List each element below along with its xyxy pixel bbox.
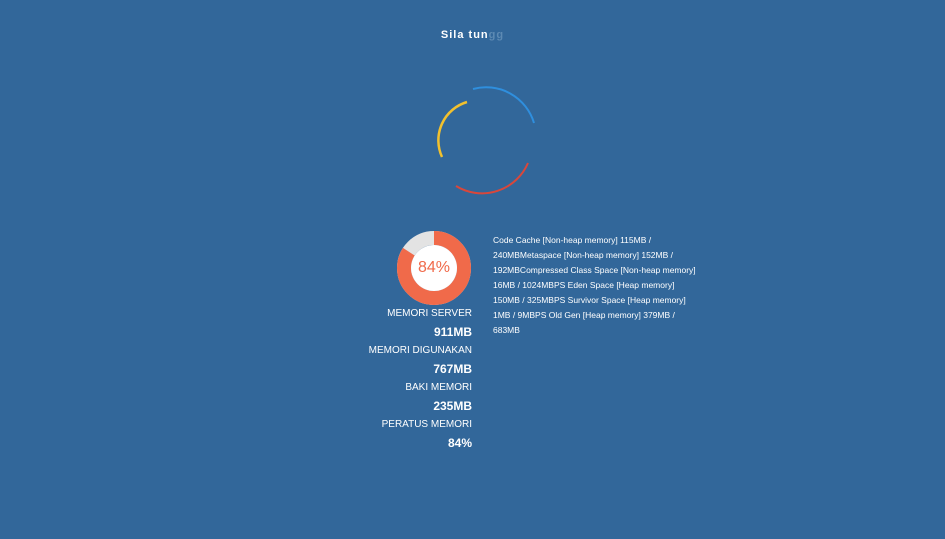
free-memory-value: 235MB <box>433 399 472 413</box>
server-memory-value: 911MB <box>433 325 472 339</box>
used-memory-value: 767MB <box>433 362 472 376</box>
server-memory-label: MEMORI SERVER <box>387 308 472 319</box>
used-memory-label: MEMORI DIGUNAKAN <box>368 345 472 356</box>
donut-percent-label: 84% <box>417 259 451 276</box>
spinner-arc-red <box>455 162 529 195</box>
spinner-arc-blue <box>472 86 535 124</box>
memory-pool-details: Code Cache [Non-heap memory] 115MB / 240… <box>493 235 696 335</box>
memory-donut: 84% <box>396 230 472 306</box>
loading-spinner <box>437 83 537 195</box>
percent-memory-label: PERATUS MEMORI <box>381 419 472 430</box>
memory-stats: 84% MEMORI SERVER 911MB MEMORI DIGUNAKAN… <box>360 230 472 451</box>
loading-message: Sila tungg <box>0 29 945 41</box>
percent-memory-value: 84% <box>447 436 472 450</box>
loading-message-faded: gg <box>488 29 505 41</box>
spinner-arc-yellow <box>437 100 468 158</box>
free-memory-label: BAKI MEMORI <box>405 382 472 393</box>
loading-message-visible: Sila tun <box>440 29 489 41</box>
